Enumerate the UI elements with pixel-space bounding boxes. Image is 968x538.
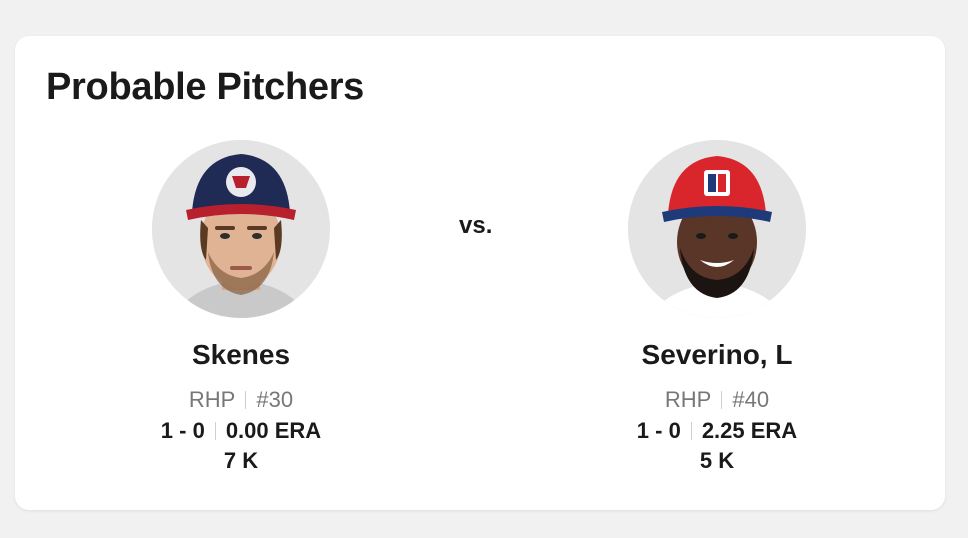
player-headshot-usa-cap — [152, 140, 330, 318]
card-title: Probable Pitchers — [46, 66, 365, 108]
pitcher-name[interactable]: Severino, L — [567, 338, 867, 372]
probable-pitchers-card: Probable Pitchers Skenes RHP #30 1 - 0 0… — [15, 36, 945, 510]
pitcher-record: 1 - 0 — [636, 418, 681, 443]
pitcher-name[interactable]: Skenes — [91, 338, 391, 372]
pitcher-hand: RHP — [188, 387, 236, 412]
pitcher-record-era: 1 - 0 2.25 ERA — [567, 416, 867, 446]
avatar[interactable] — [628, 140, 806, 318]
divider — [245, 391, 247, 409]
pitcher-strikeouts: 7 K — [223, 448, 259, 473]
player-headshot-dr-cap — [628, 140, 806, 318]
pitcher-position-number: RHP #40 — [567, 386, 867, 414]
pitcher-era: 2.25 ERA — [701, 418, 798, 443]
divider — [214, 422, 216, 440]
pitcher-hand: RHP — [664, 387, 712, 412]
pitcher-record: 1 - 0 — [160, 418, 205, 443]
pitcher-position-number: RHP #30 — [91, 386, 391, 414]
pitcher-skenes[interactable]: Skenes RHP #30 1 - 0 0.00 ERA 7 K — [91, 140, 391, 476]
divider — [721, 391, 723, 409]
pitcher-number: #30 — [256, 387, 294, 412]
pitcher-strikeouts: 5 K — [699, 448, 735, 473]
divider — [690, 422, 692, 440]
pitcher-number: #40 — [732, 387, 770, 412]
avatar[interactable] — [152, 140, 330, 318]
pitcher-era: 0.00 ERA — [225, 418, 322, 443]
pitcher-severino[interactable]: Severino, L RHP #40 1 - 0 2.25 ERA 5 K — [567, 140, 867, 476]
pitcher-record-era: 1 - 0 0.00 ERA — [91, 416, 391, 446]
versus-label: vs. — [459, 212, 493, 239]
